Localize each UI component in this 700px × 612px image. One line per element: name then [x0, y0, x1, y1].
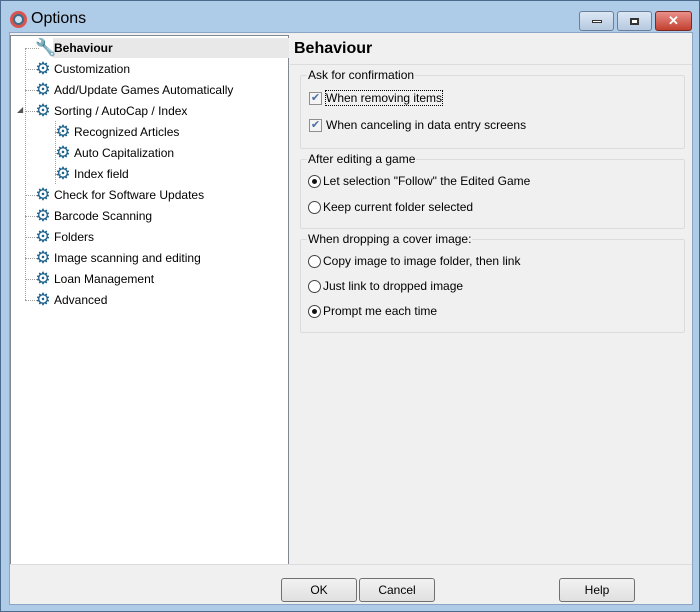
tree-item-customization[interactable]: ⚙ Customization [35, 59, 133, 79]
divider [10, 564, 692, 565]
close-icon: ✕ [668, 13, 679, 28]
maximize-button[interactable] [617, 11, 652, 31]
radio-icon [308, 200, 321, 214]
gear-icon: ⚙ [35, 101, 51, 120]
checkbox-checked-icon: ✔ [309, 91, 322, 105]
gear-icon: ⚙ [35, 80, 51, 99]
wrench-icon: 🔧 [35, 38, 57, 57]
keep-folder-radio[interactable]: Keep current folder selected [308, 200, 473, 214]
tree-item-behaviour[interactable]: 🔧 Behaviour [35, 38, 116, 58]
tree-item-image-scanning[interactable]: ⚙ Image scanning and editing [35, 248, 204, 268]
radio-selected-icon [308, 304, 321, 318]
canceling-checkbox[interactable]: ✔ When canceling in data entry screens [309, 118, 526, 132]
tree-item-software-updates[interactable]: ⚙ Check for Software Updates [35, 185, 207, 205]
maximize-icon [630, 17, 639, 25]
tree-item-advanced[interactable]: ⚙ Advanced [35, 290, 110, 310]
copy-image-radio[interactable]: Copy image to image folder, then link [308, 254, 520, 268]
panel-header: Behaviour [290, 35, 692, 65]
collapse-arrow-icon[interactable]: ◢ [17, 105, 23, 114]
ok-button[interactable]: OK [281, 578, 357, 602]
app-icon [10, 11, 27, 28]
window-title: Options [31, 10, 87, 27]
gear-icon: ⚙ [35, 206, 51, 225]
close-button[interactable]: ✕ [655, 11, 692, 31]
gear-icon: ⚙ [35, 59, 51, 78]
tree-item-loan-management[interactable]: ⚙ Loan Management [35, 269, 157, 289]
group-title: Ask for confirmation [307, 68, 416, 82]
cancel-button[interactable]: Cancel [359, 578, 435, 602]
group-title: After editing a game [307, 152, 417, 166]
radio-icon [308, 279, 321, 293]
after-editing-group: After editing a game Let selection "Foll… [300, 152, 685, 229]
panel-title: Behaviour [294, 40, 373, 57]
gear-icon: ⚙ [35, 248, 51, 267]
link-image-radio[interactable]: Just link to dropped image [308, 279, 463, 293]
group-title: When dropping a cover image: [307, 232, 473, 246]
radio-icon [308, 254, 321, 268]
tree-item-index-field[interactable]: ⚙ Index field [55, 164, 132, 184]
follow-edited-radio[interactable]: Let selection "Follow" the Edited Game [308, 174, 530, 188]
gear-icon: ⚙ [55, 143, 71, 162]
cover-image-group: When dropping a cover image: Copy image … [300, 232, 685, 333]
tree-item-barcode-scanning[interactable]: ⚙ Barcode Scanning [35, 206, 155, 226]
tree-item-folders[interactable]: ⚙ Folders [35, 227, 97, 247]
help-button[interactable]: Help [559, 578, 635, 602]
options-window: Options ✕ ◢ 🔧 Behaviour ⚙ Customization ⚙ A… [0, 0, 700, 612]
tree-item-auto-capitalization[interactable]: ⚙ Auto Capitalization [55, 143, 177, 163]
gear-icon: ⚙ [35, 269, 51, 288]
gear-icon: ⚙ [55, 164, 71, 183]
confirmation-group: Ask for confirmation ✔ When removing item… [300, 68, 685, 149]
minimize-button[interactable] [579, 11, 614, 31]
options-tree[interactable]: ◢ 🔧 Behaviour ⚙ Customization ⚙ Add/Update … [10, 35, 289, 565]
checkbox-checked-icon: ✔ [309, 118, 322, 132]
gear-icon: ⚙ [55, 122, 71, 141]
gear-icon: ⚙ [35, 290, 51, 309]
tree-item-add-update-games[interactable]: ⚙ Add/Update Games Automatically [35, 80, 236, 100]
radio-selected-icon [308, 174, 321, 188]
gear-icon: ⚙ [35, 227, 51, 246]
removing-items-checkbox[interactable]: ✔ When removing items [309, 90, 444, 106]
tree-item-sorting[interactable]: ⚙ Sorting / AutoCap / Index [35, 101, 190, 121]
gear-icon: ⚙ [35, 185, 51, 204]
client-area: ◢ 🔧 Behaviour ⚙ Customization ⚙ Add/Update … [9, 32, 693, 605]
minimize-icon [591, 19, 602, 23]
tree-item-recognized-articles[interactable]: ⚙ Recognized Articles [55, 122, 182, 142]
prompt-radio[interactable]: Prompt me each time [308, 304, 437, 318]
